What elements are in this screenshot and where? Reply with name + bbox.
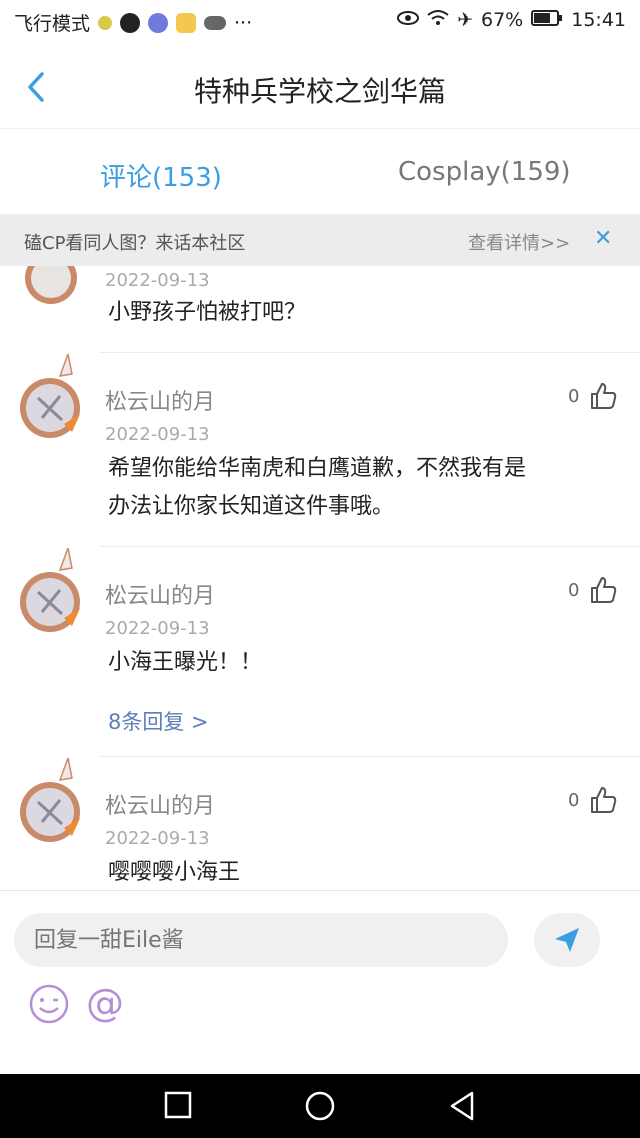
notification-icon: [98, 15, 113, 30]
comment-date: 2022-09-13: [105, 618, 210, 639]
username[interactable]: 松云山的月: [105, 384, 215, 416]
like-count: 0: [568, 385, 580, 407]
status-left: 飞行模式 ···: [14, 9, 252, 36]
header: 特种兵学校之剑华篇: [0, 44, 640, 128]
comment-text: 小海王曝光！！: [108, 650, 263, 675]
send-button[interactable]: [534, 913, 600, 967]
divider: [100, 352, 640, 353]
avatar[interactable]: [22, 266, 80, 328]
promo-banner: 磕CP看同人图？来话本社区 查看详情>> ✕: [0, 214, 640, 266]
comment-text: 嘤嘤嘤小海王: [108, 860, 241, 885]
cloud-icon: [204, 15, 227, 30]
more-notifications: ···: [234, 11, 253, 34]
like-icon: [591, 577, 617, 603]
clock: 15:41: [571, 9, 626, 31]
status-right: ✈ 67% 15:41: [397, 9, 626, 31]
emoji-button[interactable]: [28, 983, 70, 1029]
comment-text: 小野孩子怕被打吧？: [108, 300, 307, 325]
notes-icon: [176, 12, 197, 33]
username[interactable]: 松云山的月: [105, 788, 215, 820]
circle-nav-icon: [305, 1091, 335, 1121]
music-icon: [148, 12, 169, 33]
send-icon: [555, 928, 579, 952]
close-icon[interactable]: ✕: [594, 226, 612, 251]
emoji-icon: [29, 984, 69, 1024]
avatar[interactable]: [20, 545, 84, 642]
tab-bar: 评论(153) Cosplay(159): [0, 128, 640, 215]
like-button[interactable]: 0: [568, 786, 617, 814]
airplane-icon: ✈: [457, 9, 473, 31]
system-nav-bar: [0, 1074, 640, 1138]
carrier-text: 飞行模式: [14, 13, 91, 35]
square-nav-icon: [164, 1091, 192, 1119]
avatar[interactable]: [20, 755, 84, 852]
tab-cosplay[interactable]: Cosplay(159): [398, 157, 571, 187]
like-button[interactable]: 0: [568, 382, 617, 410]
like-icon: [591, 383, 617, 409]
like-count: 0: [568, 789, 580, 811]
back-nav-button[interactable]: [448, 1090, 476, 1126]
banner-details-link[interactable]: 查看详情>>: [468, 229, 570, 255]
avatar[interactable]: [20, 351, 84, 448]
username[interactable]: 松云山的月: [105, 578, 215, 610]
triangle-nav-icon: [450, 1091, 474, 1121]
wifi-icon: [427, 9, 449, 31]
status-bar: 飞行模式 ··· ✈ 67% 15:41: [0, 0, 640, 44]
battery-icon: [531, 9, 563, 31]
divider: [100, 546, 640, 547]
comment-text-line: 办法让你家长知道这件事哦。: [108, 494, 395, 519]
banner-text: 磕CP看同人图？来话本社区: [24, 233, 246, 254]
comment-date: 2022-09-13: [105, 828, 210, 849]
tab-comments[interactable]: 评论(153): [100, 157, 222, 194]
comment-list: 2022-09-13 小野孩子怕被打吧？ 松云山的月 0 2022-09-13 …: [0, 266, 640, 890]
comment-date: 2022-09-13: [105, 270, 210, 291]
battery-percent: 67%: [481, 9, 524, 31]
like-button[interactable]: 0: [568, 576, 617, 604]
comment-text-line: 希望你能给华南虎和白鹰道歉，不然我有是: [108, 456, 527, 481]
comment-date: 2022-09-13: [105, 424, 210, 445]
mention-button[interactable]: @: [86, 981, 124, 1025]
recents-button[interactable]: [164, 1090, 192, 1124]
home-button[interactable]: [304, 1090, 336, 1126]
reply-input[interactable]: [14, 913, 508, 967]
page-title: 特种兵学校之剑华篇: [193, 75, 446, 108]
reply-bar: @: [0, 890, 640, 1075]
like-count: 0: [568, 579, 580, 601]
like-icon: [591, 787, 617, 813]
eye-icon: [397, 9, 420, 31]
divider: [100, 756, 640, 757]
tiktok-icon: [120, 12, 141, 33]
view-replies-link[interactable]: 8条回复 >: [108, 706, 209, 736]
